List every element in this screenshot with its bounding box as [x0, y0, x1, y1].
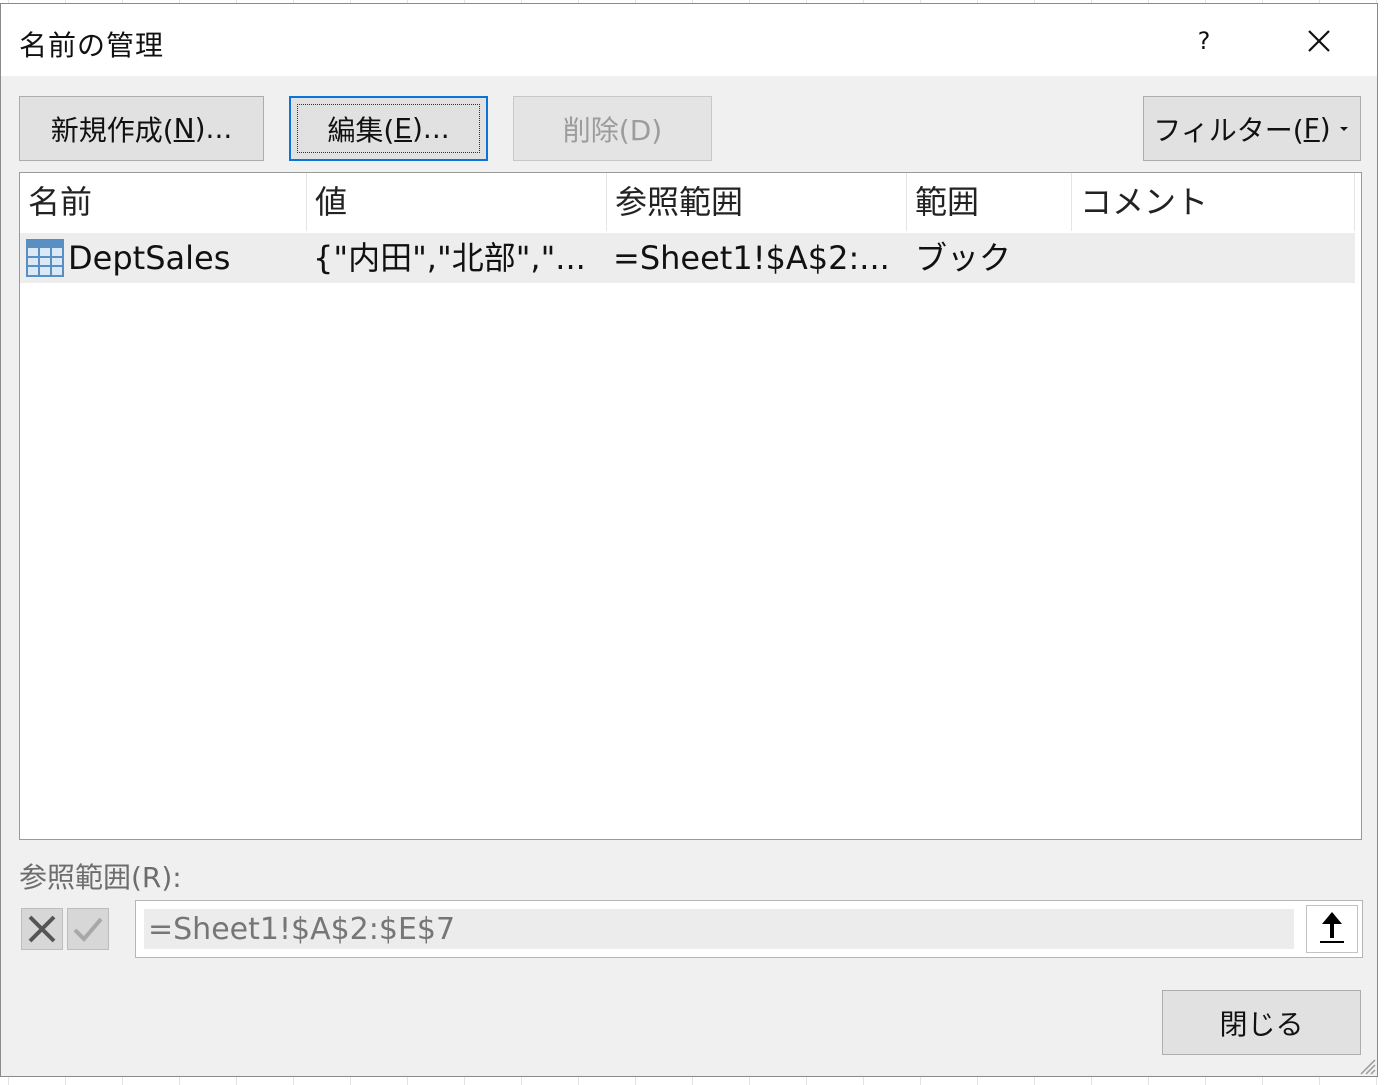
- cell-value: {"内田","北部","...: [313, 239, 586, 277]
- arrow-up-icon: [1320, 912, 1344, 943]
- collapse-dialog-button[interactable]: [1306, 905, 1358, 953]
- x-icon: [28, 915, 56, 943]
- new-button[interactable]: 新規作成(N)...: [19, 96, 264, 161]
- dialog-title: 名前の管理: [19, 29, 165, 62]
- cell-comment: [1078, 233, 1348, 283]
- column-header-name[interactable]: 名前: [20, 173, 307, 231]
- refers-to-box: [135, 900, 1363, 958]
- list-header: 名前 値 参照範囲 範囲 コメント: [20, 173, 1355, 231]
- column-header-comment[interactable]: コメント: [1072, 173, 1355, 231]
- refers-to-input[interactable]: [144, 909, 1294, 949]
- cancel-edit-button[interactable]: [21, 908, 63, 950]
- resize-grip-icon[interactable]: [1355, 1054, 1377, 1076]
- checkmark-icon: [73, 917, 103, 942]
- table-row[interactable]: DeptSales {"内田","北部","... =Sheet1!$A$2:.…: [20, 233, 1355, 283]
- names-list[interactable]: 名前 値 参照範囲 範囲 コメント DeptSales {"内田","北部","…: [19, 172, 1362, 840]
- table-icon: [26, 239, 64, 277]
- confirm-edit-button[interactable]: [67, 908, 109, 950]
- cell-refers-to: =Sheet1!$A$2:...: [613, 239, 890, 277]
- cell-scope: ブック: [915, 239, 1012, 277]
- column-header-scope[interactable]: 範囲: [907, 173, 1072, 231]
- cell-name: DeptSales: [68, 239, 231, 277]
- close-button[interactable]: 閉じる: [1162, 990, 1361, 1055]
- column-header-value[interactable]: 値: [307, 173, 607, 231]
- column-header-refers-to[interactable]: 参照範囲: [607, 173, 907, 231]
- filter-button[interactable]: フィルター(F): [1143, 96, 1361, 161]
- focus-ring: [297, 104, 480, 153]
- delete-button[interactable]: 削除(D): [513, 96, 712, 161]
- dropdown-arrow-icon: [1339, 126, 1348, 131]
- close-window-button[interactable]: [1293, 16, 1345, 66]
- name-manager-dialog: 名前の管理 ? 新規作成(N)... 編集(E)... 削除(D) フィルター(…: [0, 3, 1378, 1077]
- help-button[interactable]: ?: [1181, 18, 1227, 64]
- close-icon: [1308, 30, 1330, 52]
- refers-to-label: 参照範囲(R):: [19, 861, 182, 894]
- title-bar: 名前の管理 ?: [1, 4, 1377, 76]
- edit-button[interactable]: 編集(E)...: [289, 96, 488, 161]
